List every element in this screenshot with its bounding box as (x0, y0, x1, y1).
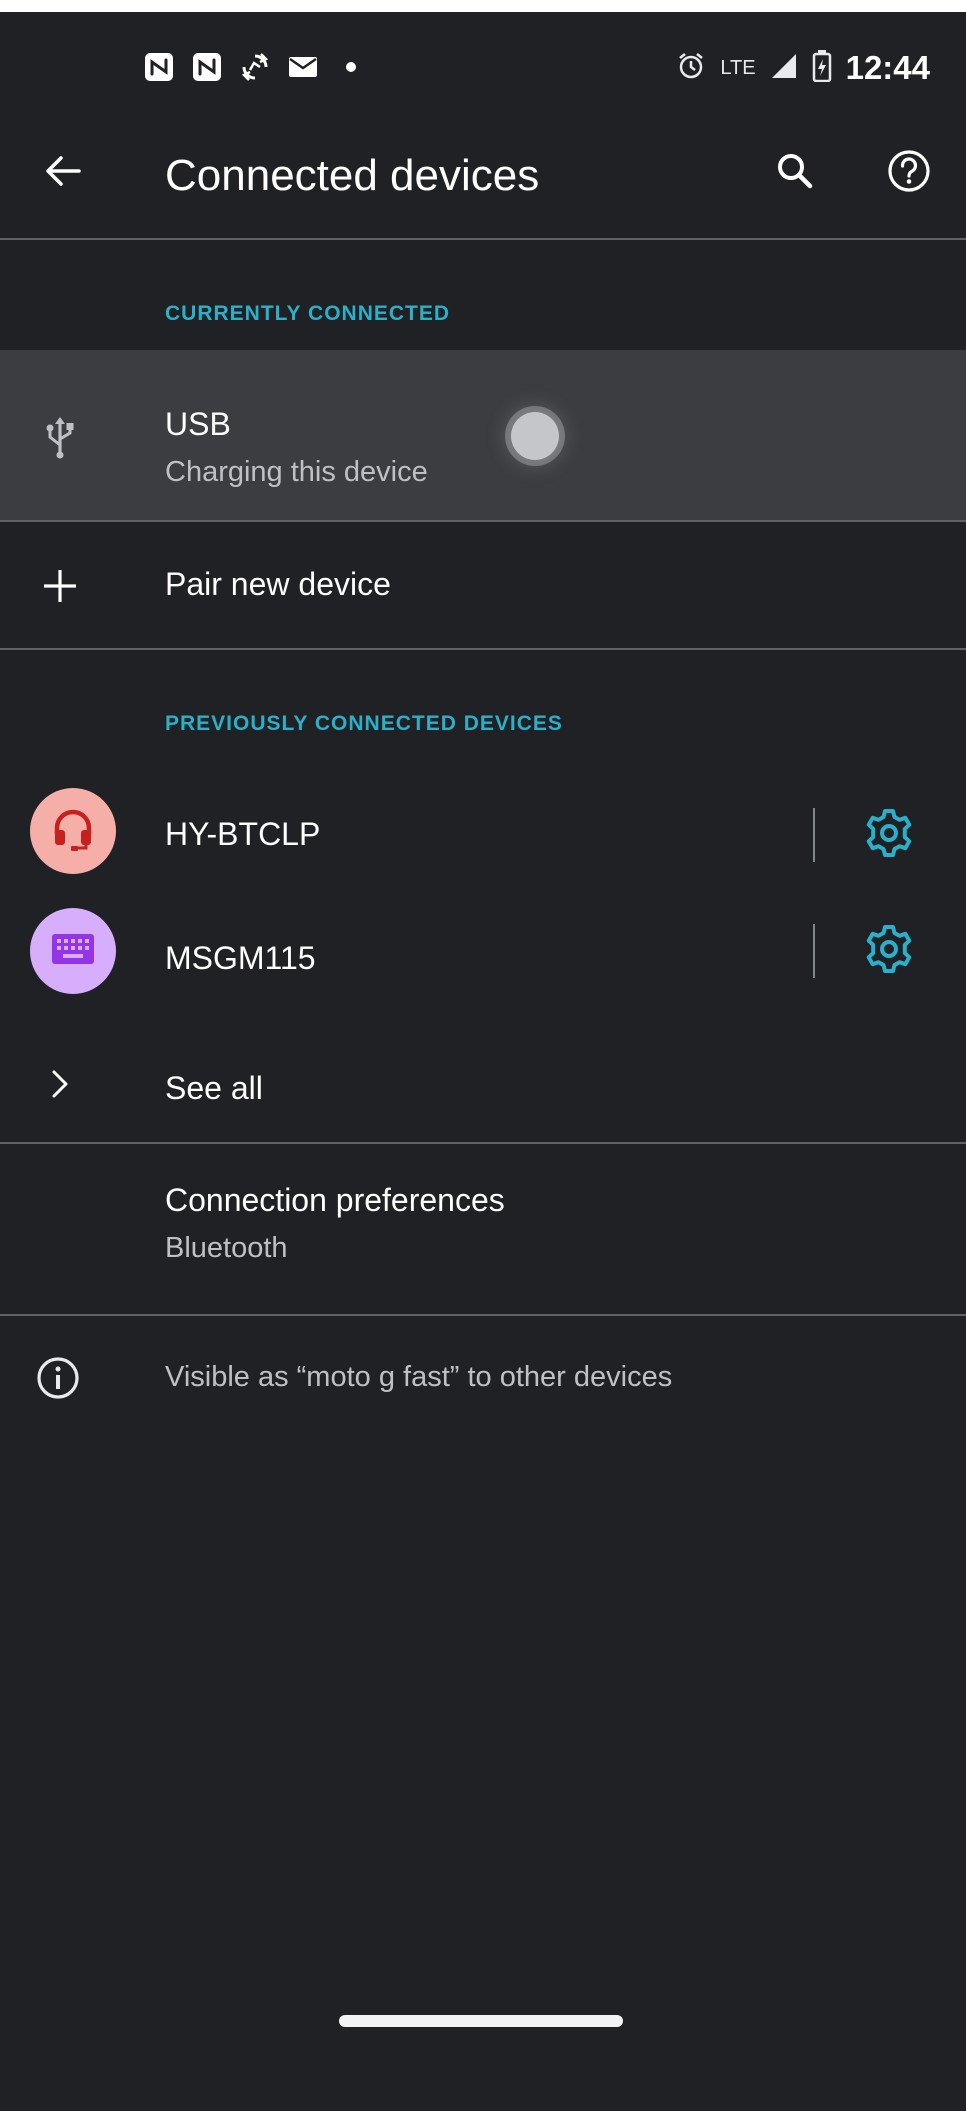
usb-icon (40, 415, 80, 459)
help-button[interactable] (876, 140, 942, 206)
section-header-previously-connected: PREVIOUSLY CONNECTED DEVICES (165, 712, 563, 735)
device-avatar (30, 788, 116, 874)
battery-charging-icon (812, 49, 832, 87)
notification-icons (142, 50, 368, 84)
headset-icon (50, 806, 96, 857)
pair-divider (0, 648, 966, 650)
back-arrow-icon (43, 151, 83, 196)
back-button[interactable] (30, 140, 96, 206)
help-icon (886, 148, 932, 199)
plus-icon (40, 566, 80, 606)
keyboard-icon (51, 933, 95, 970)
device-row-msgm115[interactable]: MSGM115 (0, 898, 966, 1024)
alarm-icon (676, 51, 706, 86)
vertical-separator (813, 808, 815, 862)
connection-preferences-subtitle: Bluetooth (165, 1232, 288, 1264)
preferences-divider (0, 1314, 966, 1316)
device-avatar (30, 908, 116, 994)
usb-title: USB (165, 406, 231, 442)
device-visibility-text: Visible as “moto g fast” to other device… (165, 1361, 673, 1393)
search-button[interactable] (762, 140, 828, 206)
page-title: Connected devices (165, 151, 540, 200)
device-name: MSGM115 (165, 940, 316, 976)
sync-icon (238, 50, 272, 84)
gesture-navigation-bar[interactable] (339, 2015, 623, 2027)
see-all-row[interactable]: See all (0, 1024, 966, 1150)
device-settings-button[interactable] (858, 804, 920, 866)
device-settings-button[interactable] (858, 920, 920, 982)
usb-subtitle: Charging this device (165, 456, 428, 488)
status-bar: LTE 12:44 (0, 12, 966, 112)
app-bar-divider (0, 238, 966, 240)
device-row-hy-btclp[interactable]: HY-BTCLP (0, 772, 966, 898)
vertical-separator (813, 924, 815, 978)
usb-device-row[interactable]: USB Charging this device (0, 350, 966, 520)
section-header-currently-connected: CURRENTLY CONNECTED (165, 302, 451, 325)
connection-preferences-title: Connection preferences (165, 1182, 505, 1218)
pair-new-device-label: Pair new device (165, 566, 391, 602)
info-icon (34, 1354, 82, 1402)
system-status-icons: LTE 12:44 (676, 48, 930, 88)
connection-preferences-row[interactable]: Connection preferences Bluetooth (0, 1144, 966, 1314)
network-type-label: LTE (720, 56, 756, 79)
app-bar: Connected devices (0, 112, 966, 238)
gear-icon (863, 807, 915, 864)
search-icon (775, 151, 815, 196)
nfc-icon (142, 50, 176, 84)
dot-icon (334, 50, 368, 84)
see-all-label: See all (165, 1070, 263, 1106)
touch-indicator (511, 412, 559, 460)
settings-screen: LTE 12:44 Connected devices CURRENTLY CO… (0, 12, 966, 2111)
mail-icon (286, 50, 320, 84)
gear-icon (863, 923, 915, 980)
clock: 12:44 (845, 49, 930, 86)
chevron-right-icon (46, 1066, 74, 1102)
device-name: HY-BTCLP (165, 816, 321, 852)
nfc-icon (190, 50, 224, 84)
pair-new-device-row[interactable]: Pair new device (0, 522, 966, 646)
signal-icon (770, 52, 798, 85)
